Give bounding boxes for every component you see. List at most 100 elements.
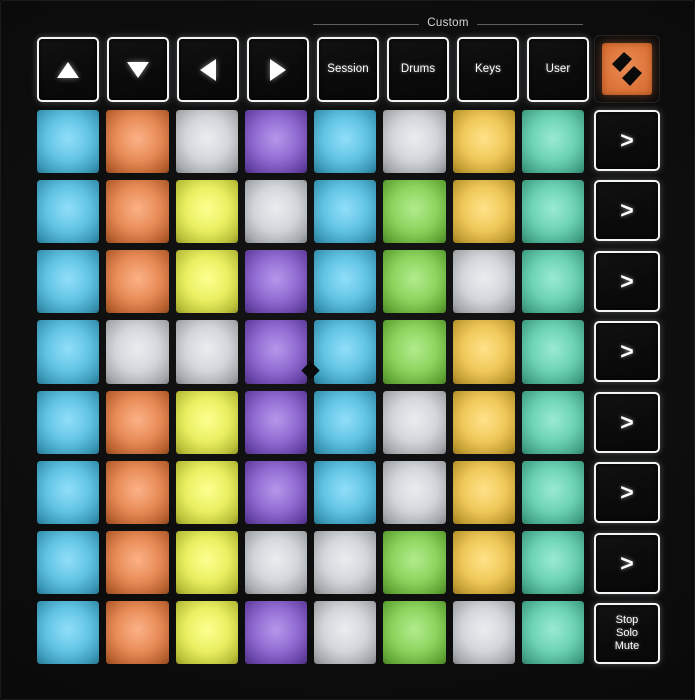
pad-r3-c3[interactable]	[175, 250, 238, 314]
pad-r7-c8[interactable]	[521, 530, 584, 594]
pad-r4-c4[interactable]	[244, 320, 307, 384]
pad-face	[175, 110, 238, 174]
pad-face	[452, 250, 515, 314]
pad-r4-c3[interactable]	[175, 320, 238, 384]
pad-face	[106, 600, 169, 664]
pad-r3-c5[interactable]	[314, 250, 377, 314]
chevron-right-icon: >	[620, 127, 634, 153]
pad-r7-c6[interactable]	[383, 530, 446, 594]
pad-r2-c2[interactable]	[106, 180, 169, 244]
pad-r5-c2[interactable]	[106, 390, 169, 454]
pad-r6-c6[interactable]	[383, 460, 446, 524]
scene-launch-1[interactable]: >	[594, 110, 660, 171]
top-button-label: User	[545, 62, 571, 75]
top-button-up-arrow[interactable]	[37, 37, 99, 102]
scene-launch-4[interactable]: >	[594, 321, 660, 383]
pad-r5-c6[interactable]	[383, 390, 446, 454]
pad-r5-c4[interactable]	[244, 390, 307, 454]
pad-r8-c6[interactable]	[383, 600, 446, 664]
pad-r8-c4[interactable]	[244, 600, 307, 664]
top-button-user[interactable]: User	[527, 37, 589, 102]
top-button-label: Keys	[475, 62, 501, 75]
launchpad-device: Custom Session Drums Keys User > > > > > > > Stop S…	[0, 0, 695, 700]
pad-r8-c8[interactable]	[521, 600, 584, 664]
pad-r4-c5[interactable]	[314, 320, 377, 384]
pad-r2-c3[interactable]	[175, 180, 238, 244]
scene-launch-6[interactable]: >	[594, 462, 660, 524]
pad-r5-c7[interactable]	[452, 390, 515, 454]
top-button-session[interactable]: Session	[317, 37, 379, 102]
pad-r5-c5[interactable]	[314, 390, 377, 454]
pad-r1-c3[interactable]	[175, 110, 238, 174]
pad-r6-c7[interactable]	[452, 460, 515, 524]
pad-r7-c2[interactable]	[106, 530, 169, 594]
pad-face	[314, 390, 377, 454]
scene-launch-2[interactable]: >	[594, 180, 660, 242]
pad-r2-c7[interactable]	[452, 180, 515, 244]
pad-face	[175, 530, 238, 594]
pad-face	[37, 180, 100, 244]
pad-r8-c5[interactable]	[314, 600, 377, 664]
pad-r6-c2[interactable]	[106, 460, 169, 524]
pad-r7-c5[interactable]	[314, 530, 377, 594]
top-button-right-arrow[interactable]	[247, 37, 309, 102]
pad-r4-c2[interactable]	[106, 320, 169, 384]
pad-r4-c8[interactable]	[521, 320, 584, 384]
pad-r1-c8[interactable]	[521, 110, 584, 174]
pad-r6-c4[interactable]	[244, 460, 307, 524]
pad-r4-c6[interactable]	[383, 320, 446, 384]
pad-face	[314, 250, 377, 314]
pad-r3-c6[interactable]	[383, 250, 446, 314]
pad-r3-c8[interactable]	[521, 250, 584, 314]
pad-r5-c1[interactable]	[37, 390, 100, 454]
pad-r6-c5[interactable]	[314, 460, 377, 524]
pad-r1-c1[interactable]	[37, 110, 100, 174]
scene-launch-5[interactable]: >	[594, 391, 660, 453]
pad-r8-c7[interactable]	[452, 600, 515, 664]
pad-r8-c3[interactable]	[175, 600, 238, 664]
pad-r2-c5[interactable]	[314, 180, 377, 244]
pad-r3-c2[interactable]	[106, 250, 169, 314]
pad-r1-c7[interactable]	[452, 110, 515, 174]
pad-face	[244, 600, 307, 664]
top-button-drums[interactable]: Drums	[387, 37, 449, 102]
pad-r2-c8[interactable]	[521, 180, 584, 244]
pad-r7-c3[interactable]	[175, 530, 238, 594]
pad-r3-c4[interactable]	[244, 250, 307, 314]
pad-r6-c8[interactable]	[521, 460, 584, 524]
top-button-left-arrow[interactable]	[177, 37, 239, 102]
pad-face	[314, 530, 377, 594]
pad-r8-c2[interactable]	[106, 600, 169, 664]
pad-r5-c3[interactable]	[175, 390, 238, 454]
pad-face	[175, 600, 238, 664]
pad-face	[106, 180, 169, 244]
pad-r1-c6[interactable]	[383, 110, 446, 174]
pad-r2-c4[interactable]	[244, 180, 307, 244]
pad-r4-c1[interactable]	[37, 320, 100, 384]
pad-r3-c7[interactable]	[452, 250, 515, 314]
pad-r4-c7[interactable]	[452, 320, 515, 384]
pad-r1-c5[interactable]	[314, 110, 377, 174]
pad-r7-c7[interactable]	[452, 530, 515, 594]
pad-r1-c4[interactable]	[244, 110, 307, 174]
pad-r7-c1[interactable]	[37, 530, 100, 594]
pad-face	[383, 180, 446, 244]
custom-rule-left	[313, 23, 420, 25]
top-button-keys[interactable]: Keys	[457, 37, 519, 102]
scene-launch-3[interactable]: >	[594, 250, 660, 312]
pad-r3-c1[interactable]	[37, 250, 100, 314]
pad-r7-c4[interactable]	[244, 530, 307, 594]
pad-r5-c8[interactable]	[521, 390, 584, 454]
top-button-down-arrow[interactable]	[107, 37, 169, 102]
pad-r1-c2[interactable]	[106, 110, 169, 174]
pad-r6-c3[interactable]	[175, 460, 238, 524]
scene-launch-7[interactable]: >	[594, 532, 660, 594]
pad-r2-c6[interactable]	[383, 180, 446, 244]
pad-r6-c1[interactable]	[37, 460, 100, 524]
stop-solo-mute-button[interactable]: Stop Solo Mute	[594, 602, 660, 664]
novation-logo-button[interactable]	[594, 35, 660, 103]
pad-r2-c1[interactable]	[37, 180, 100, 244]
chevron-right-icon: >	[620, 549, 634, 576]
pad-r8-c1[interactable]	[37, 600, 100, 664]
pad-face	[106, 390, 169, 454]
